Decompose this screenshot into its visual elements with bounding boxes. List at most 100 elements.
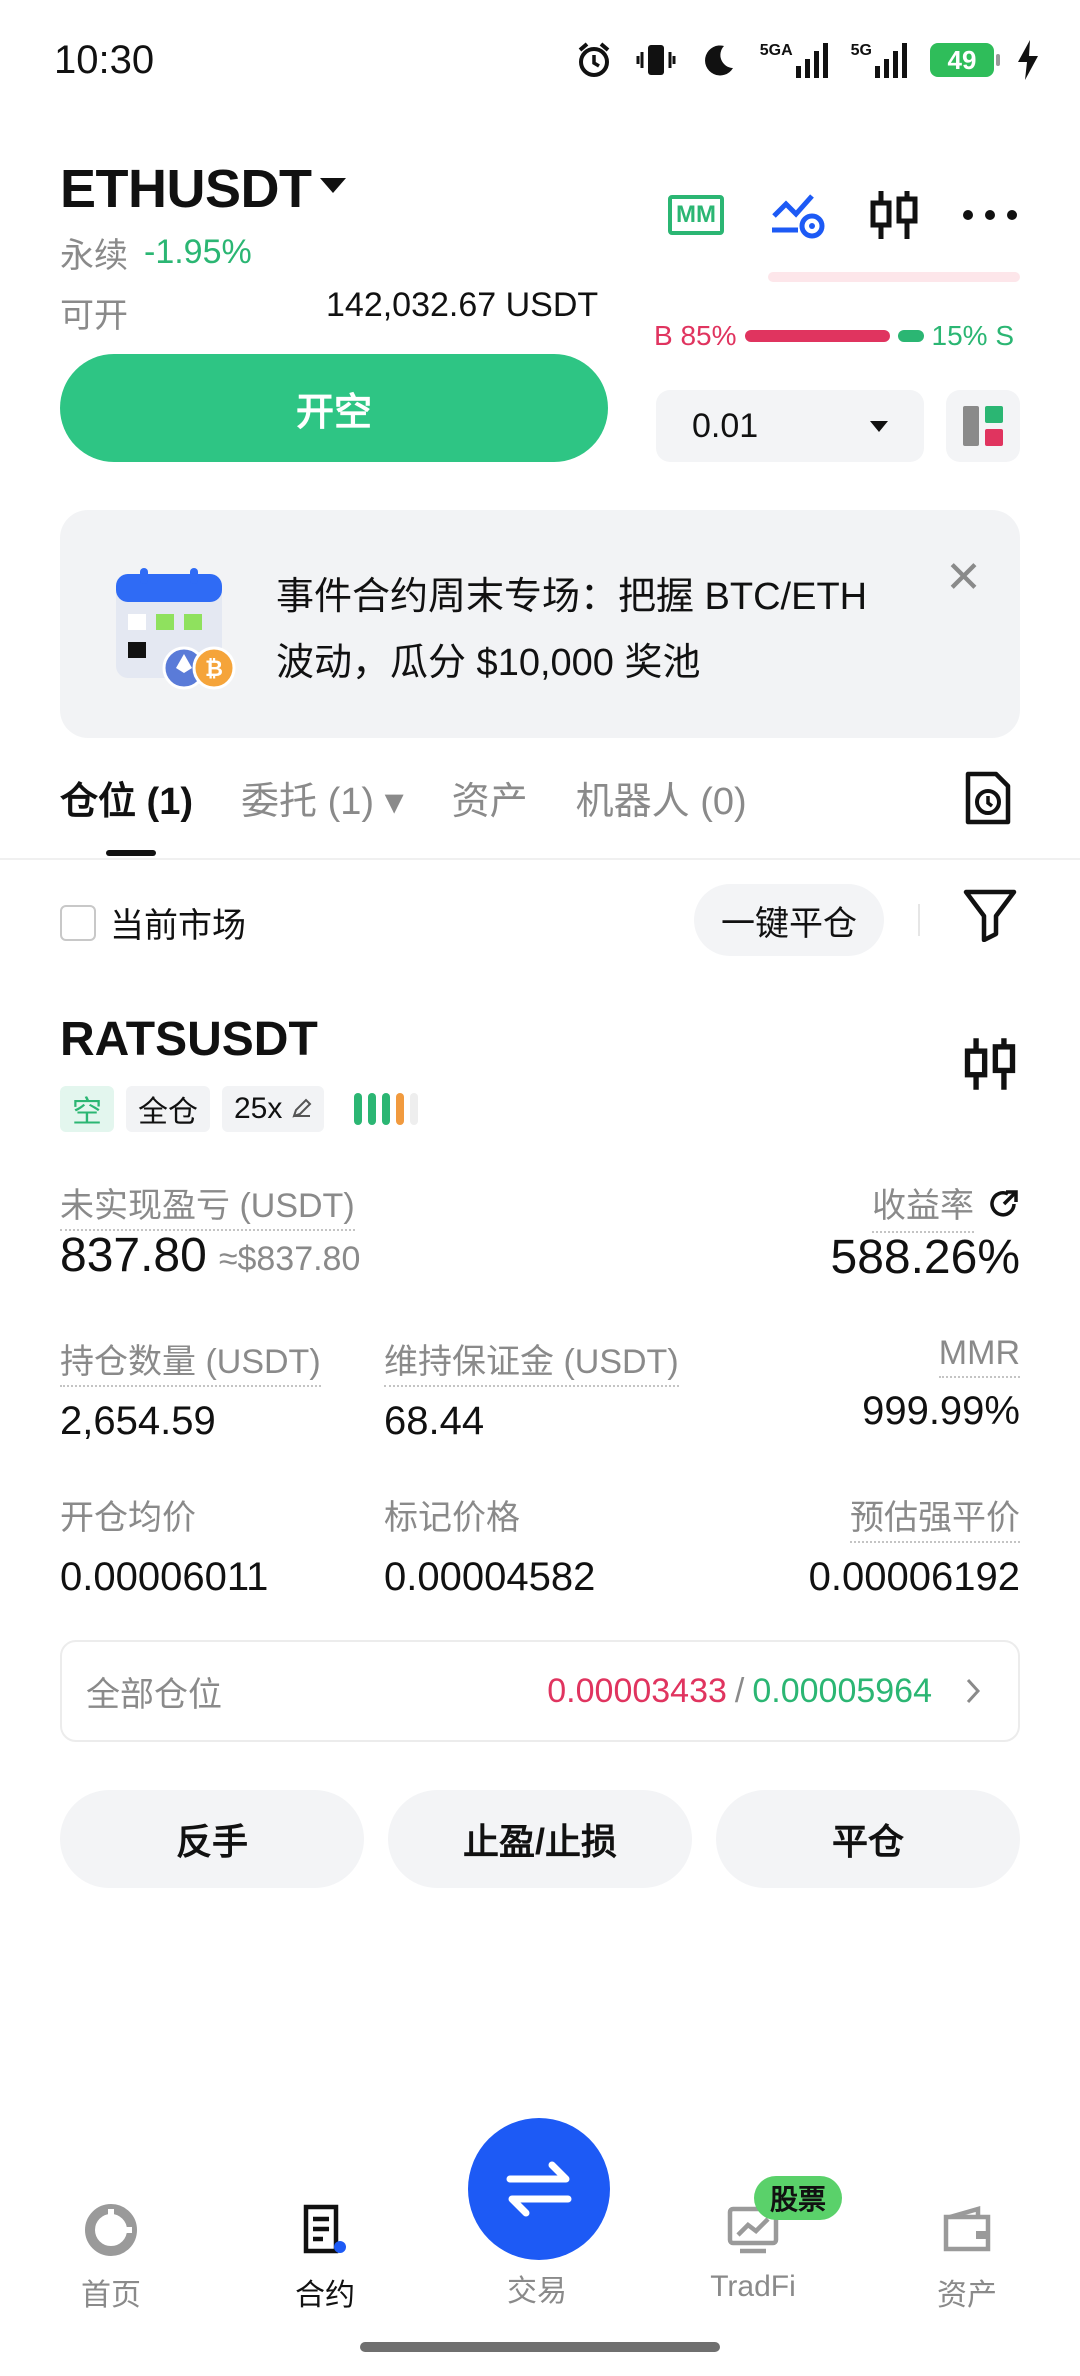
filter-icon[interactable] (962, 886, 1018, 942)
position-symbol[interactable]: RATSUSDT (60, 1012, 318, 1067)
position-size-value: 2,654.59 (60, 1399, 216, 1443)
candlestick-icon[interactable] (864, 185, 924, 245)
risk-level-indicator (354, 1093, 419, 1125)
edit-icon (292, 1098, 312, 1118)
history-icon[interactable] (962, 770, 1014, 826)
svg-text:₿: ₿ (205, 657, 223, 682)
entry-price: 开仓均价 0.00006011 (60, 1490, 268, 1600)
nav-contract-label: 合约 (295, 2279, 355, 2312)
chart-settings-icon[interactable] (768, 185, 828, 245)
orderbook-depth-bar (768, 272, 1020, 282)
trade-button[interactable] (468, 2118, 610, 2260)
charging-bolt-icon (1018, 40, 1038, 80)
swap-arrows-icon (506, 2161, 572, 2217)
signal-icon-2: 5G (851, 42, 908, 78)
dnd-moon-icon (704, 45, 733, 76)
current-market-checkbox[interactable] (60, 904, 96, 941)
current-market-filter[interactable]: 当前市场 (60, 898, 246, 947)
reverse-button[interactable]: 反手 (60, 1790, 364, 1888)
tp-sl-button[interactable]: 止盈/止损 (388, 1790, 692, 1888)
divider (0, 858, 1080, 860)
banner-text-line2: 波动，瓜分 $10,000 奖池 (276, 642, 701, 684)
mark-price: 标记价格 0.00004582 (384, 1490, 595, 1600)
roe-label: 收益率 (872, 1178, 974, 1233)
tab-bots[interactable]: 机器人 (0) (576, 770, 747, 825)
unrealized-pnl-value: 837.80 (60, 1229, 207, 1282)
pair-title[interactable]: ETHUSDT (60, 158, 312, 220)
perp-info: 永续 -1.95% (60, 228, 252, 277)
chevron-right-icon (966, 1678, 981, 1704)
position-tags: 空 全仓 25x (60, 1086, 419, 1132)
mmr-value: 999.99% (862, 1389, 1020, 1433)
status-icons: 5GA 5G 49 (574, 40, 1040, 80)
mark-price-value: 0.00004582 (384, 1555, 596, 1599)
nav-assets[interactable]: 资产 (892, 2200, 1042, 2314)
unrealized-pnl-usd: ≈$837.80 (218, 1240, 361, 1278)
battery-icon: 49 (930, 43, 1000, 77)
maintenance-margin: 维持保证金 (USDT) 68.44 (384, 1334, 679, 1444)
maintenance-margin-value: 68.44 (384, 1399, 485, 1443)
side-badge: 空 (60, 1086, 114, 1132)
quantity-select[interactable]: 0.01 (656, 390, 924, 462)
margin-mode-badge: 全仓 (126, 1086, 210, 1132)
available-label: 可开 (60, 297, 128, 335)
tab-assets[interactable]: 资产 (452, 770, 528, 825)
all-positions-separator: / (734, 1671, 745, 1710)
perp-label: 永续 (60, 237, 128, 275)
nav-tradfi-label: TradFi (710, 2270, 796, 2303)
position-tabs: 仓位 (1) 委托 (1) ▾ 资产 机器人 (0) (60, 770, 747, 825)
chevron-down-icon (870, 420, 888, 432)
roe-label-row[interactable]: 收益率 (872, 1178, 1020, 1233)
more-icon[interactable] (960, 185, 1020, 245)
mmr-label: MMR (938, 1334, 1020, 1378)
mmr: MMR 999.99% (862, 1334, 1020, 1434)
leverage-value: 25x (234, 1092, 283, 1125)
banner-text: 事件合约周末专场：把握 BTC/ETH 波动，瓜分 $10,000 奖池 (276, 564, 976, 696)
status-time: 10:30 (54, 38, 155, 82)
calendar-crypto-icon: ₿ (116, 568, 236, 690)
liquidation-price-label: 预估强平价 (850, 1499, 1020, 1543)
nav-trade-label: 交易 (507, 2275, 567, 2308)
close-all-button[interactable]: 一键平仓 (694, 884, 884, 956)
promo-banner[interactable]: ₿ 事件合约周末专场：把握 BTC/ETH 波动，瓜分 $10,000 奖池 ✕ (60, 510, 1020, 738)
quantity-value: 0.01 (692, 406, 759, 445)
all-positions-row[interactable]: 全部仓位 0.00003433 / 0.00005964 (60, 1640, 1020, 1742)
nav-assets-label: 资产 (937, 2279, 997, 2312)
roe-value: 588.26% (830, 1231, 1021, 1284)
candlestick-icon[interactable] (962, 1034, 1018, 1094)
open-short-button[interactable]: 开空 (60, 354, 608, 462)
entry-price-label: 开仓均价 (60, 1499, 196, 1537)
nav-contract[interactable]: 合约 (250, 2200, 400, 2314)
tab-orders[interactable]: 委托 (1) ▾ (241, 770, 404, 825)
nav-trade[interactable]: 交易 (462, 2266, 612, 2310)
pair-dropdown-caret-icon[interactable] (320, 178, 346, 193)
share-icon[interactable] (988, 1189, 1020, 1222)
close-icon[interactable]: ✕ (945, 552, 982, 603)
divider (918, 904, 920, 936)
buy-sell-ratio: B 85% 15% S (654, 318, 1020, 354)
sell-ratio-bar (897, 330, 924, 342)
all-positions-red-value: 0.00003433 (547, 1671, 727, 1710)
all-positions-values: 0.00003433 / 0.00005964 (547, 1672, 988, 1711)
stock-badge: 股票 (754, 2176, 843, 2220)
available-value: 142,032.67 USDT (326, 286, 599, 324)
maintenance-margin-label: 维持保证金 (USDT) (384, 1343, 679, 1387)
leverage-badge[interactable]: 25x (222, 1086, 325, 1132)
layout-toggle-button[interactable] (946, 390, 1020, 462)
layout-icon (963, 406, 1003, 446)
vibrate-icon (636, 45, 676, 75)
tab-positions[interactable]: 仓位 (1) (60, 770, 193, 825)
mm-icon[interactable]: MM (666, 185, 726, 245)
alarm-icon (578, 42, 610, 77)
unrealized-pnl-label: 未实现盈亏 (USDT) (60, 1178, 355, 1231)
nav-home-label: 首页 (81, 2279, 141, 2312)
liquidation-price-value: 0.00006192 (808, 1555, 1020, 1599)
all-positions-green-value: 0.00005964 (752, 1671, 932, 1710)
position-size-label: 持仓数量 (USDT) (60, 1343, 321, 1387)
close-position-button[interactable]: 平仓 (716, 1790, 1020, 1888)
nav-home[interactable]: 首页 (36, 2200, 186, 2314)
position-size: 持仓数量 (USDT) 2,654.59 (60, 1334, 321, 1444)
mark-price-label: 标记价格 (384, 1499, 520, 1537)
home-icon (85, 2204, 137, 2256)
liquidation-price: 预估强平价 0.00006192 (809, 1490, 1020, 1600)
